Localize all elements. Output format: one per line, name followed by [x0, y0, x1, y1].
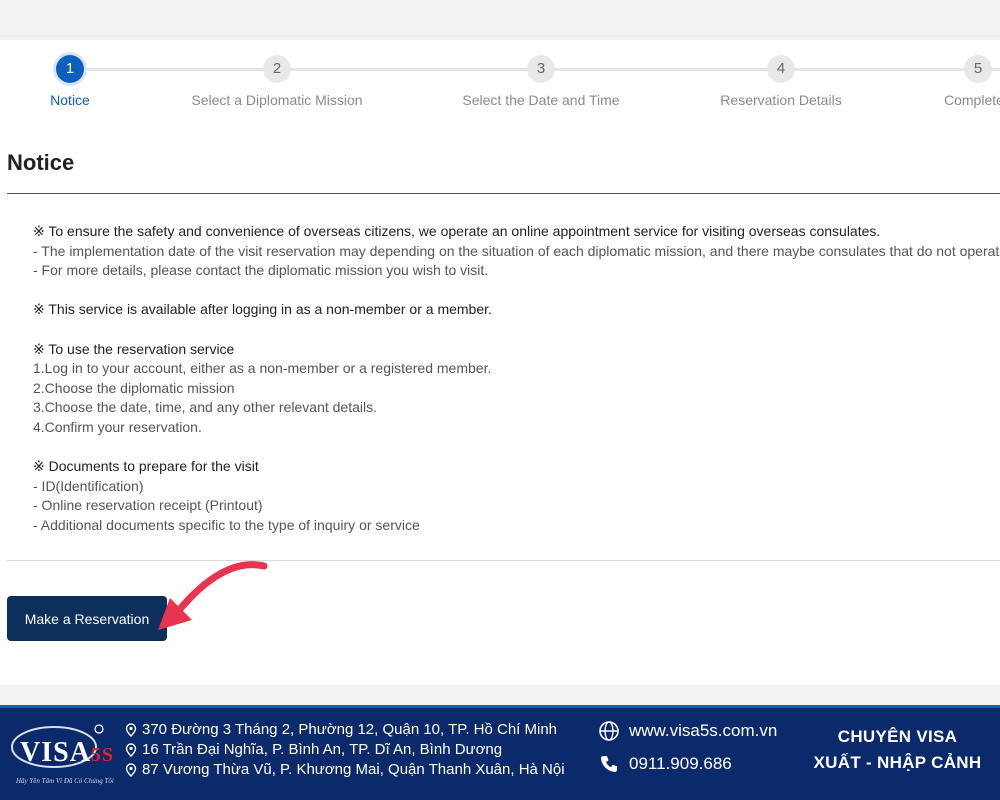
- step-5-label: Complete: [944, 92, 1000, 108]
- globe-icon: [599, 721, 619, 741]
- slogan-line-1: CHUYÊN VISA: [837, 727, 958, 746]
- footer-stripe: [0, 705, 1000, 708]
- address-text: 16 Trần Đại Nghĩa, P. Bình An, TP. Dĩ An…: [142, 741, 503, 758]
- step-3-indicator: 3: [527, 55, 555, 83]
- reservation-panel: 1 Notice 2 Select a Diplomatic Mission 3…: [0, 40, 1000, 685]
- page-title: Notice: [7, 150, 75, 175]
- notice-service-info: ※ This service is available after loggin…: [33, 301, 492, 318]
- website-contact: www.visa5s.com.vn: [598, 720, 777, 742]
- notice-document: - Additional documents specific to the t…: [33, 516, 420, 533]
- notice-step: 3.Choose the date, time, and any other r…: [33, 399, 377, 416]
- notice-step: 1.Log in to your account, either as a no…: [33, 360, 492, 377]
- notice-document: - Online reservation receipt (Printout): [33, 497, 263, 514]
- notice-content: ※ To ensure the safety and convenience o…: [33, 222, 1000, 536]
- step-1-indicator: 1: [56, 55, 84, 83]
- visa5s-logo: VISA5S Hãy Yên Tâm Vì Đã Có Chúng Tôi: [6, 715, 116, 790]
- step-4-label: Reservation Details: [720, 92, 842, 108]
- address-text: 370 Đường 3 Tháng 2, Phường 12, Quận 10,…: [142, 721, 558, 738]
- logo-tagline: Hãy Yên Tâm Vì Đã Có Chúng Tôi: [16, 777, 114, 785]
- make-reservation-button[interactable]: Make a Reservation: [7, 596, 167, 641]
- slogan-line-2: XUẤT - NHẬP CẢNH: [813, 753, 982, 772]
- pointer-arrow-icon: [158, 561, 268, 630]
- location-pin-icon: [125, 722, 137, 737]
- step-2-indicator: 2: [263, 55, 291, 83]
- step-2-label: Select a Diplomatic Mission: [191, 92, 363, 108]
- logo-wordmark: VISA5S: [20, 737, 115, 768]
- address-2: 16 Trần Đại Nghĩa, P. Bình An, TP. Dĩ An…: [125, 741, 502, 758]
- notice-steps-heading: ※ To use the reservation service: [33, 340, 235, 357]
- notice-documents-heading: ※ Documents to prepare for the visit: [33, 458, 259, 475]
- step-5-indicator: 5: [964, 55, 992, 83]
- address-1: 370 Đường 3 Tháng 2, Phường 12, Quận 10,…: [125, 721, 557, 738]
- phone-contact: 0911.909.686: [598, 753, 732, 775]
- notice-step: 2.Choose the diplomatic mission: [33, 379, 235, 396]
- top-bar: [0, 0, 1000, 36]
- step-3-label: Select the Date and Time: [462, 92, 620, 108]
- title-divider: [7, 193, 1000, 194]
- location-pin-icon: [125, 742, 137, 757]
- website-link[interactable]: www.visa5s.com.vn: [629, 721, 777, 741]
- promo-footer: VISA5S Hãy Yên Tâm Vì Đã Có Chúng Tôi 37…: [0, 705, 1000, 800]
- notice-intro: ※ To ensure the safety and convenience o…: [33, 223, 881, 239]
- step-4-indicator: 4: [767, 55, 795, 83]
- location-pin-icon: [125, 762, 137, 777]
- address-text: 87 Vương Thừa Vũ, P. Khương Mai, Quận Th…: [142, 761, 565, 778]
- phone-icon: [601, 756, 617, 772]
- phone-number[interactable]: 0911.909.686: [629, 754, 732, 774]
- address-3: 87 Vương Thừa Vũ, P. Khương Mai, Quận Th…: [125, 761, 565, 778]
- progress-stepper: 1 Notice 2 Select a Diplomatic Mission 3…: [0, 40, 1000, 160]
- notice-document: - ID(Identification): [33, 477, 144, 494]
- step-1-label: Notice: [50, 92, 90, 108]
- notice-line: - For more details, please contact the d…: [33, 262, 489, 279]
- notice-line: - The implementation date of the visit r…: [33, 242, 1000, 259]
- notice-step: 4.Confirm your reservation.: [33, 418, 202, 435]
